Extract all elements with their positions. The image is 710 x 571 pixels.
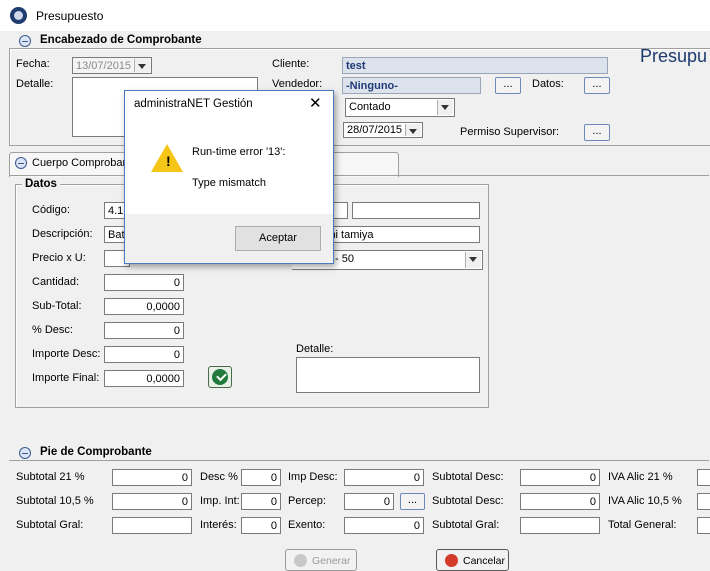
percep-label: Percep: <box>288 495 326 507</box>
header-section-title: Encabezado de Comprobante <box>40 34 202 46</box>
iva105-input[interactable] <box>697 493 710 510</box>
subtotal-input[interactable]: 0,0000 <box>104 298 184 315</box>
iva21-label: IVA Alic 21 % <box>608 471 673 483</box>
imp-desc-label: Imp Desc: <box>288 471 338 483</box>
dialog-title: administraNET Gestión <box>134 98 253 110</box>
datos-label: Datos: <box>532 78 564 90</box>
sub-gral2-input[interactable] <box>520 517 600 534</box>
close-icon[interactable]: ✕ <box>309 94 322 112</box>
desc-input[interactable]: 0 <box>104 322 184 339</box>
vendedor-field[interactable]: -Ninguno- <box>342 77 481 94</box>
cancel-icon <box>445 554 458 567</box>
cancelar-label: Cancelar <box>463 555 506 567</box>
importe-desc-label: Importe Desc: <box>32 348 101 360</box>
subtotal-label: Sub-Total: <box>32 300 82 312</box>
footer-section-title: Pie de Comprobante <box>40 446 152 458</box>
codigo-aux-input[interactable] <box>332 202 348 219</box>
sub-gral2-label: Subtotal Gral: <box>432 519 500 531</box>
chevron-down-icon[interactable] <box>465 252 481 268</box>
dialog-message-line1: Run-time error '13': <box>192 146 286 158</box>
generate-icon <box>294 554 307 567</box>
subtotal-gral-label: Subtotal Gral: <box>16 519 84 531</box>
datos-section-title: Datos <box>22 178 60 190</box>
collapse-icon[interactable] <box>19 447 31 459</box>
interes-input[interactable]: 0 <box>241 517 281 534</box>
accept-button[interactable]: Aceptar <box>235 226 321 251</box>
subtotal105-input[interactable]: 0 <box>112 493 192 510</box>
generar-button[interactable]: Generar <box>285 549 357 571</box>
sub-desc1-input[interactable]: 0 <box>520 469 600 486</box>
vencimiento-combo[interactable]: 28/07/2015 <box>343 122 423 138</box>
codigo-extra-input[interactable] <box>352 202 480 219</box>
warning-mark: ! <box>166 153 171 169</box>
chevron-down-icon[interactable] <box>437 100 453 115</box>
collapse-icon[interactable] <box>19 35 31 47</box>
iva21-input[interactable] <box>697 469 710 486</box>
tab-cuerpo-label: Cuerpo Comproban <box>32 157 129 169</box>
datos-button[interactable]: ... <box>584 77 610 94</box>
detalle-item-label: Detalle: <box>296 343 334 355</box>
exento-input[interactable]: 0 <box>344 517 424 534</box>
forma-pago-value: Contado <box>349 101 391 113</box>
codigo-label: Código: <box>32 204 70 216</box>
confirm-item-button[interactable] <box>208 366 232 388</box>
cliente-field[interactable]: test <box>342 57 608 74</box>
subtotal21-label: Subtotal 21 % <box>16 471 85 483</box>
vencimiento-value: 28/07/2015 <box>347 124 403 136</box>
desc-pct-label: Desc % <box>200 471 238 483</box>
forma-pago-select[interactable]: Contado <box>345 98 455 117</box>
permiso-button[interactable]: ... <box>584 124 610 141</box>
fecha-combo[interactable]: 13/07/2015 <box>72 57 152 74</box>
app-logo-icon <box>10 7 27 24</box>
window-title: Presupuesto <box>36 9 104 23</box>
detalle-label: Detalle: <box>16 78 54 90</box>
cantidad-label: Cantidad: <box>32 276 80 288</box>
percep-input[interactable]: 0 <box>344 493 394 510</box>
permiso-label: Permiso Supervisor: <box>460 126 560 138</box>
sub-desc1-label: Subtotal Desc: <box>432 471 504 483</box>
percep-button[interactable]: ... <box>400 493 425 510</box>
subtotal-gral-input[interactable] <box>112 517 192 534</box>
desc-pct-input[interactable]: 0 <box>241 469 281 486</box>
imp-int-label: Imp. Int: <box>200 495 240 507</box>
importe-desc-input[interactable]: 0 <box>104 346 184 363</box>
subtotal105-label: Subtotal 10,5 % <box>16 495 94 507</box>
descripcion-label: Descripción: <box>32 228 93 240</box>
importe-final-input[interactable]: 0,0000 <box>104 370 184 387</box>
error-dialog: administraNET Gestión ✕ ! Run-time error… <box>124 90 334 264</box>
iva105-label: IVA Alic 10,5 % <box>608 495 682 507</box>
document-type-title: Presupu <box>640 46 708 66</box>
imp-int-input[interactable]: 0 <box>241 493 281 510</box>
cliente-label: Cliente: <box>272 58 310 70</box>
total-gral-input[interactable] <box>697 517 710 534</box>
interes-label: Interés: <box>200 519 237 531</box>
vendedor-label: Vendedor: <box>272 78 323 90</box>
subtotal21-input[interactable]: 0 <box>112 469 192 486</box>
sub-desc2-input[interactable]: 0 <box>520 493 600 510</box>
exento-label: Exento: <box>288 519 326 531</box>
chevron-down-icon[interactable] <box>405 124 421 136</box>
fecha-value: 13/07/2015 <box>76 60 132 72</box>
generar-label: Generar <box>312 555 351 567</box>
descripcion-right-input[interactable]: ini tamiya <box>324 226 480 243</box>
vendedor-search-button[interactable]: ... <box>495 77 521 94</box>
fecha-label: Fecha: <box>16 58 50 70</box>
dialog-message-line2: Type mismatch <box>192 177 266 189</box>
precio-label: Precio x U: <box>32 252 86 264</box>
importe-final-label: Importe Final: <box>32 372 100 384</box>
desc-label: % Desc: <box>32 324 73 336</box>
chevron-down-icon[interactable] <box>134 59 150 72</box>
cantidad-input[interactable]: 0 <box>104 274 184 291</box>
detalle-item-textarea[interactable] <box>296 357 480 393</box>
sub-desc2-label: Subtotal Desc: <box>432 495 504 507</box>
imp-desc-input[interactable]: 0 <box>344 469 424 486</box>
cancelar-button[interactable]: Cancelar <box>436 549 509 571</box>
collapse-icon[interactable] <box>15 157 27 169</box>
total-gral-label: Total General: <box>608 519 677 531</box>
window-titlebar: Presupuesto <box>0 0 710 31</box>
